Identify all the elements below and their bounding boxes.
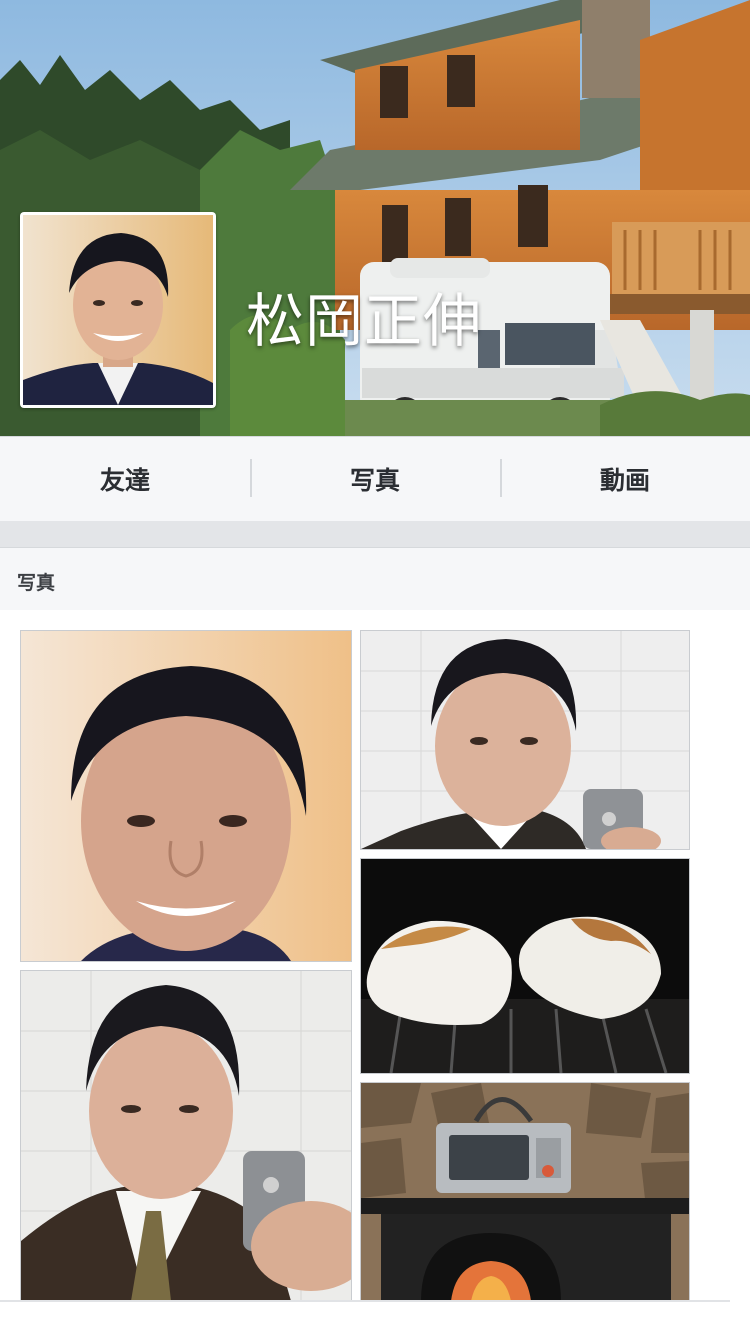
- photo-tile[interactable]: [360, 1082, 690, 1302]
- section-spacer: [0, 521, 750, 548]
- photo-tile[interactable]: [360, 858, 690, 1074]
- photos-section-title: 写真: [17, 572, 56, 594]
- photo-tile[interactable]: [20, 970, 352, 1302]
- photos-section-header: 写真: [0, 548, 750, 610]
- photo-image: [361, 1083, 689, 1301]
- tab-videos[interactable]: 動画: [500, 437, 750, 521]
- avatar-image: [23, 215, 213, 405]
- photo-image: [361, 859, 689, 1073]
- photo-image: [21, 631, 351, 961]
- profile-avatar[interactable]: [20, 212, 216, 408]
- tab-photos[interactable]: 写真: [250, 437, 500, 521]
- photo-image: [361, 631, 689, 849]
- cover-photo[interactable]: 松岡正伸: [0, 0, 750, 436]
- profile-tabs: 友達 写真 動画: [0, 436, 750, 522]
- photo-grid: [0, 610, 750, 1334]
- profile-name: 松岡正伸: [246, 287, 483, 355]
- photo-tile[interactable]: [360, 630, 690, 850]
- tab-friends[interactable]: 友達: [0, 437, 250, 521]
- bottom-divider: [0, 1300, 730, 1302]
- photo-tile[interactable]: [20, 630, 352, 962]
- photo-image: [21, 971, 351, 1301]
